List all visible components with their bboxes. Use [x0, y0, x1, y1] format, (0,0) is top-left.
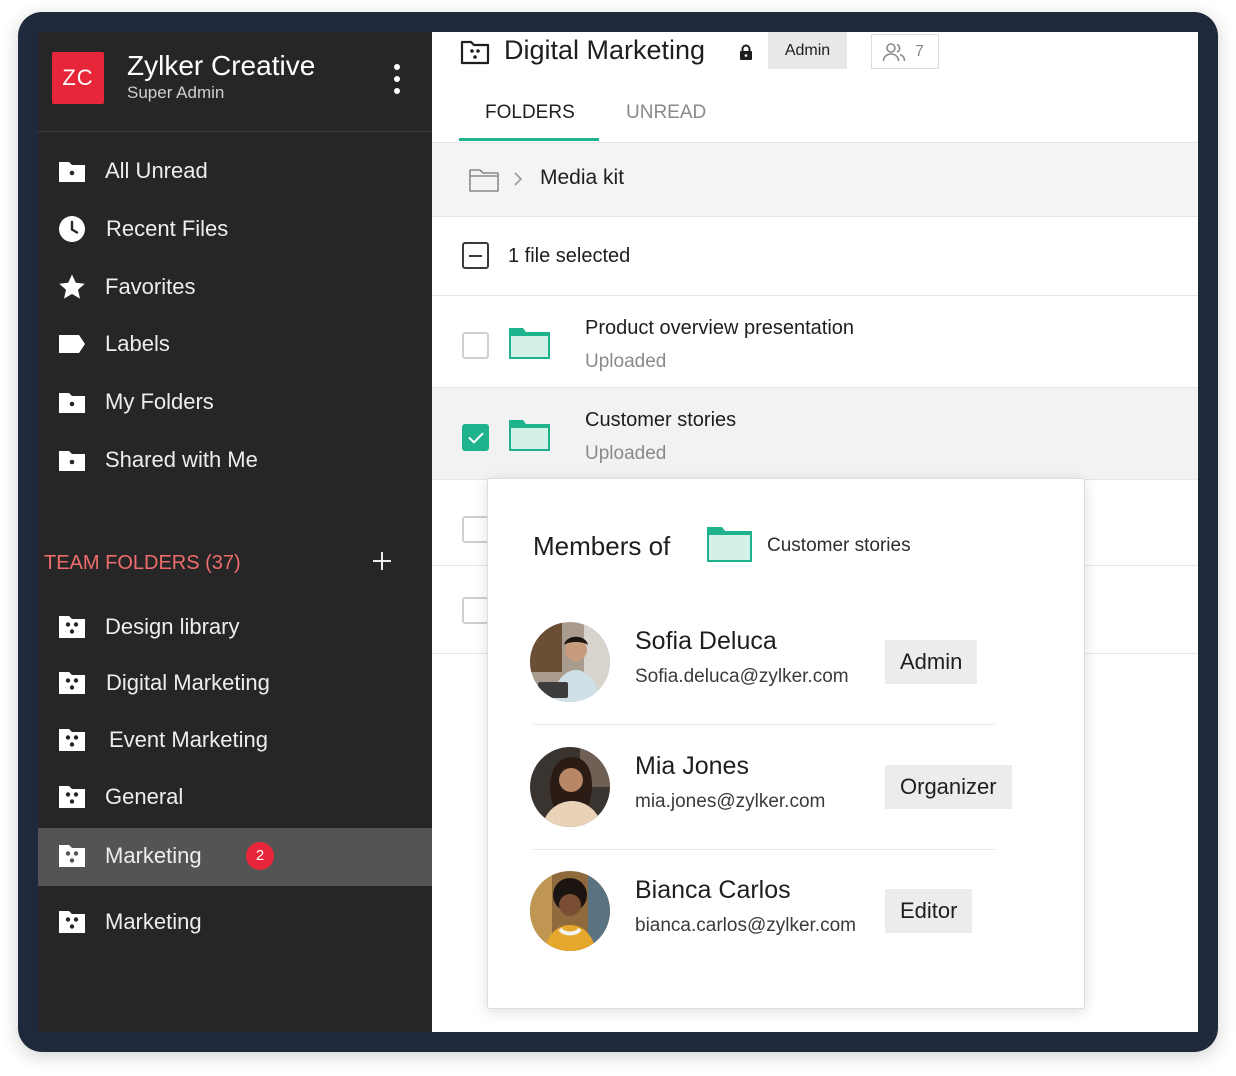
sidebar-item-labels[interactable]: Labels: [38, 316, 432, 372]
sidebar-item-marketing[interactable]: Marketing: [38, 894, 432, 950]
sidebar-item-label: My Folders: [105, 389, 214, 414]
team-folder-icon: [460, 40, 490, 65]
sidebar-item-design-library[interactable]: Design library: [38, 599, 432, 655]
folder-outline-icon[interactable]: [468, 166, 500, 194]
file-name: Customer stories: [585, 409, 737, 431]
sidebar-item-label: All Unread: [105, 158, 208, 183]
tab-folders[interactable]: FOLDERS: [485, 102, 575, 124]
sidebar-item-favorites[interactable]: Favorites: [38, 259, 432, 315]
people-icon: [882, 43, 906, 62]
avatar: [530, 871, 610, 951]
sidebar-item-label: Shared with Me: [105, 447, 258, 472]
member-email: Sofia.deluca@zylker.com: [635, 666, 849, 687]
role-chip: Admin: [768, 32, 847, 69]
sidebar-item-marketing-active[interactable]: Marketing 2: [38, 828, 432, 886]
folder-icon: [509, 420, 550, 451]
member-row: Bianca Carlos bianca.carlos@zylker.com E…: [488, 871, 1086, 997]
member-name: Sofia Deluca: [635, 627, 777, 655]
org-name: Zylker Creative: [127, 50, 316, 81]
star-icon: [59, 274, 85, 299]
team-folder-icon: [59, 786, 85, 808]
sidebar-item-label: Favorites: [105, 274, 196, 299]
sidebar-item-label: Labels: [105, 331, 170, 356]
member-role-badge[interactable]: Admin: [885, 640, 978, 684]
sidebar-item-label: Recent Files: [106, 216, 229, 241]
folder-icon: [59, 393, 85, 413]
active-tab-indicator: [459, 138, 599, 141]
sidebar-item-label: General: [105, 784, 184, 809]
divider: [533, 849, 995, 850]
chevron-right-icon: [514, 172, 523, 186]
breadcrumb-current[interactable]: Media kit: [540, 166, 624, 190]
sidebar-item-label: Event Marketing: [109, 727, 268, 752]
team-folder-icon: [59, 845, 85, 867]
org-role: Super Admin: [127, 83, 225, 102]
selection-count: 1 file selected: [508, 245, 631, 267]
member-row: Mia Jones mia.jones@zylker.com Organizer: [488, 747, 1086, 873]
member-role-badge[interactable]: Editor: [885, 889, 973, 933]
breadcrumb: Media kit: [432, 142, 1198, 217]
team-folder-icon: [59, 729, 85, 751]
avatar: [530, 622, 610, 702]
sidebar-item-general[interactable]: General: [38, 769, 432, 825]
file-status: Uploaded: [585, 443, 667, 464]
sidebar-item-shared-with-me[interactable]: Shared with Me: [38, 432, 432, 488]
sidebar-item-my-folders[interactable]: My Folders: [38, 374, 432, 430]
file-name: Product overview presentation: [585, 317, 855, 339]
sidebar: ZC Zylker Creative Super Admin All Unrea…: [38, 32, 432, 1032]
team-folder-icon: [59, 672, 85, 694]
app-screen: ZC Zylker Creative Super Admin All Unrea…: [38, 32, 1198, 1032]
label-icon: [59, 335, 85, 353]
row-checkbox-checked[interactable]: [462, 424, 489, 451]
members-popup: Members of Customer stories Sofia Deluca…: [487, 478, 1085, 1009]
file-status: Uploaded: [585, 351, 667, 372]
member-email: mia.jones@zylker.com: [635, 791, 826, 812]
add-team-folder-icon[interactable]: [371, 550, 393, 572]
row-checkbox[interactable]: [462, 332, 489, 359]
org-logo: ZC: [52, 52, 104, 104]
sidebar-item-event-marketing[interactable]: Event Marketing: [38, 712, 432, 768]
row-checkbox[interactable]: [462, 516, 489, 543]
sidebar-item-label: Design library: [105, 614, 240, 639]
sidebar-item-label: Marketing: [105, 843, 202, 868]
sidebar-item-recent-files[interactable]: Recent Files: [38, 201, 432, 257]
team-folders-header[interactable]: TEAM FOLDERS (37): [44, 552, 241, 575]
sidebar-item-digital-marketing[interactable]: Digital Marketing: [38, 655, 432, 711]
org-header[interactable]: ZC Zylker Creative Super Admin: [38, 32, 432, 132]
list-item-selected[interactable]: Customer stories Uploaded: [432, 388, 1198, 480]
member-count: 7: [915, 43, 924, 60]
folder-header: Digital Marketing Admin 7 FOLDERS UNREAD: [432, 32, 1198, 142]
folder-icon: [509, 328, 550, 359]
sidebar-item-all-unread[interactable]: All Unread: [38, 143, 432, 199]
page-title: Digital Marketing: [504, 35, 706, 65]
unread-count-badge: 2: [246, 842, 274, 870]
list-item[interactable]: Product overview presentation Uploaded: [432, 296, 1198, 388]
tab-unread[interactable]: UNREAD: [626, 102, 706, 124]
folder-icon: [59, 162, 85, 182]
row-checkbox[interactable]: [462, 597, 489, 624]
divider: [533, 724, 995, 725]
popup-folder-name: Customer stories: [767, 535, 911, 556]
member-name: Mia Jones: [635, 752, 749, 780]
members-button[interactable]: 7: [871, 34, 939, 69]
team-folder-icon: [59, 911, 85, 933]
team-folder-icon: [59, 616, 85, 638]
member-role-badge[interactable]: Organizer: [885, 765, 1012, 809]
member-row: Sofia Deluca Sofia.deluca@zylker.com Adm…: [488, 622, 1086, 748]
folder-icon: [707, 527, 752, 562]
sidebar-item-label: Digital Marketing: [106, 670, 270, 695]
clock-icon: [59, 216, 85, 242]
popup-title: Members of: [533, 531, 671, 561]
member-name: Bianca Carlos: [635, 876, 791, 904]
lock-icon: [740, 44, 752, 60]
select-all-checkbox[interactable]: [462, 242, 489, 269]
member-email: bianca.carlos@zylker.com: [635, 915, 856, 936]
avatar: [530, 747, 610, 827]
selection-bar: 1 file selected: [432, 218, 1198, 296]
more-options-icon[interactable]: [387, 62, 407, 96]
folder-icon: [59, 451, 85, 471]
sidebar-item-label: Marketing: [105, 909, 202, 934]
